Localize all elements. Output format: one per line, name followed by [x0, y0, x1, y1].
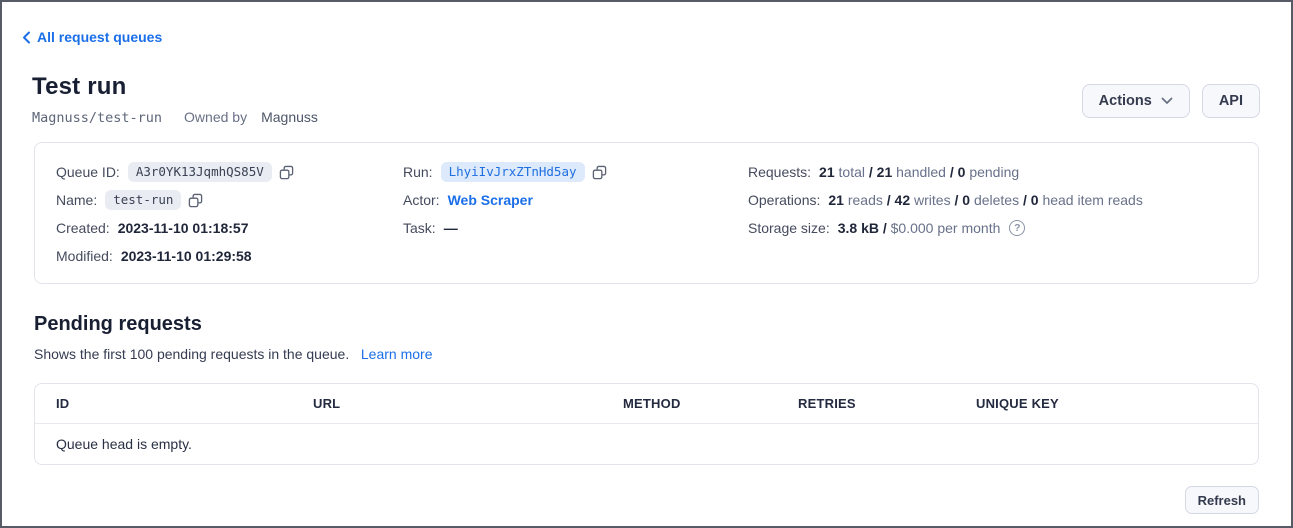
storage-row: Storage size: 3.8 kB / $0.000 per month … — [748, 214, 1258, 242]
actions-button-label: Actions — [1099, 93, 1152, 109]
name-label: Name: — [56, 192, 97, 208]
api-button-label: API — [1219, 93, 1243, 109]
operations-row: Operations: 21 reads / 42 writes / 0 del… — [748, 186, 1258, 214]
copy-run-id-button[interactable] — [592, 165, 607, 180]
copy-queue-id-button[interactable] — [279, 165, 294, 180]
modified-label: Modified: — [56, 248, 113, 264]
operations-writes-value: 42 — [895, 192, 911, 208]
copy-icon — [188, 193, 203, 208]
run-id-link[interactable]: LhyiIvJrxZTnHd5ay — [441, 162, 585, 183]
task-row: Task: — — [403, 214, 748, 242]
requests-handled-value: 21 — [877, 164, 893, 180]
page-title: Test run — [32, 73, 127, 101]
storage-cost-value: $0.000 per month — [891, 220, 1001, 236]
created-value: 2023-11-10 01:18:57 — [118, 220, 249, 236]
created-row: Created: 2023-11-10 01:18:57 — [56, 214, 403, 242]
operations-head-reads-value: 0 — [1031, 192, 1039, 208]
modified-value: 2023-11-10 01:29:58 — [121, 248, 252, 264]
name-row: Name: test-run — [56, 186, 403, 214]
actor-row: Actor: Web Scraper — [403, 186, 748, 214]
created-label: Created: — [56, 220, 110, 236]
column-header-id: ID — [56, 396, 313, 411]
column-header-unique-key: UNIQUE KEY — [976, 396, 1237, 411]
copy-icon — [592, 165, 607, 180]
owned-by-label: Owned by — [184, 109, 247, 125]
back-to-queues-link[interactable]: All request queues — [22, 29, 162, 45]
description-text: Shows the first 100 pending requests in … — [34, 346, 349, 362]
pending-requests-table: ID URL METHOD RETRIES UNIQUE KEY Queue h… — [34, 383, 1259, 465]
operations-deletes-value: 0 — [962, 192, 970, 208]
storage-size-value: 3.8 kB — [838, 220, 879, 236]
column-header-retries: RETRIES — [798, 396, 976, 411]
operations-deletes-unit: deletes — [974, 192, 1019, 208]
header-buttons: Actions API — [1082, 84, 1260, 118]
details-column-ids: Queue ID: A3r0YK13JqmhQS85V Name: test-r… — [56, 158, 403, 270]
column-header-url: URL — [313, 396, 623, 411]
pending-requests-description: Shows the first 100 pending requests in … — [34, 346, 432, 362]
run-label: Run: — [403, 164, 433, 180]
copy-icon — [279, 165, 294, 180]
task-label: Task: — [403, 220, 436, 236]
name-value: test-run — [105, 190, 181, 211]
chevron-left-icon — [22, 31, 31, 44]
back-link-label: All request queues — [37, 29, 162, 45]
requests-label: Requests: — [748, 164, 811, 180]
queue-details-card: Queue ID: A3r0YK13JqmhQS85V Name: test-r… — [34, 142, 1259, 284]
requests-handled-unit: handled — [896, 164, 946, 180]
operations-reads-unit: reads — [848, 192, 883, 208]
page-subtitle: Magnuss/test-run Owned by Magnuss — [32, 109, 318, 126]
requests-row: Requests: 21 total / 21 handled / 0 pend… — [748, 158, 1258, 186]
operations-reads-value: 21 — [828, 192, 844, 208]
queue-path: Magnuss/test-run — [32, 110, 162, 126]
modified-row: Modified: 2023-11-10 01:29:58 — [56, 242, 403, 270]
details-column-run: Run: LhyiIvJrxZTnHd5ay Actor: Web Scrape… — [403, 158, 748, 270]
operations-label: Operations: — [748, 192, 820, 208]
chevron-down-icon — [1161, 97, 1173, 105]
table-empty-message: Queue head is empty. — [35, 424, 1258, 464]
api-button[interactable]: API — [1202, 84, 1260, 118]
run-row: Run: LhyiIvJrxZTnHd5ay — [403, 158, 748, 186]
table-header-row: ID URL METHOD RETRIES UNIQUE KEY — [35, 384, 1258, 424]
queue-id-label: Queue ID: — [56, 164, 120, 180]
requests-total-unit: total — [839, 164, 865, 180]
learn-more-link[interactable]: Learn more — [361, 346, 433, 362]
copy-name-button[interactable] — [188, 193, 203, 208]
requests-pending-unit: pending — [969, 164, 1019, 180]
help-icon[interactable]: ? — [1009, 220, 1025, 236]
details-column-stats: Requests: 21 total / 21 handled / 0 pend… — [748, 158, 1258, 270]
operations-head-reads-unit: head item reads — [1042, 192, 1142, 208]
owner-name: Magnuss — [261, 109, 318, 125]
task-value: — — [444, 220, 458, 236]
operations-writes-unit: writes — [914, 192, 951, 208]
queue-id-value: A3r0YK13JqmhQS85V — [128, 162, 272, 183]
storage-label: Storage size: — [748, 220, 830, 236]
queue-id-row: Queue ID: A3r0YK13JqmhQS85V — [56, 158, 403, 186]
pending-requests-heading: Pending requests — [34, 313, 202, 336]
requests-total-value: 21 — [819, 164, 835, 180]
requests-pending-value: 0 — [958, 164, 966, 180]
column-header-method: METHOD — [623, 396, 798, 411]
request-queue-page: All request queues Test run Magnuss/test… — [0, 0, 1293, 528]
actor-link[interactable]: Web Scraper — [448, 192, 533, 208]
actor-label: Actor: — [403, 192, 440, 208]
refresh-button[interactable]: Refresh — [1185, 486, 1259, 514]
actions-button[interactable]: Actions — [1082, 84, 1190, 118]
